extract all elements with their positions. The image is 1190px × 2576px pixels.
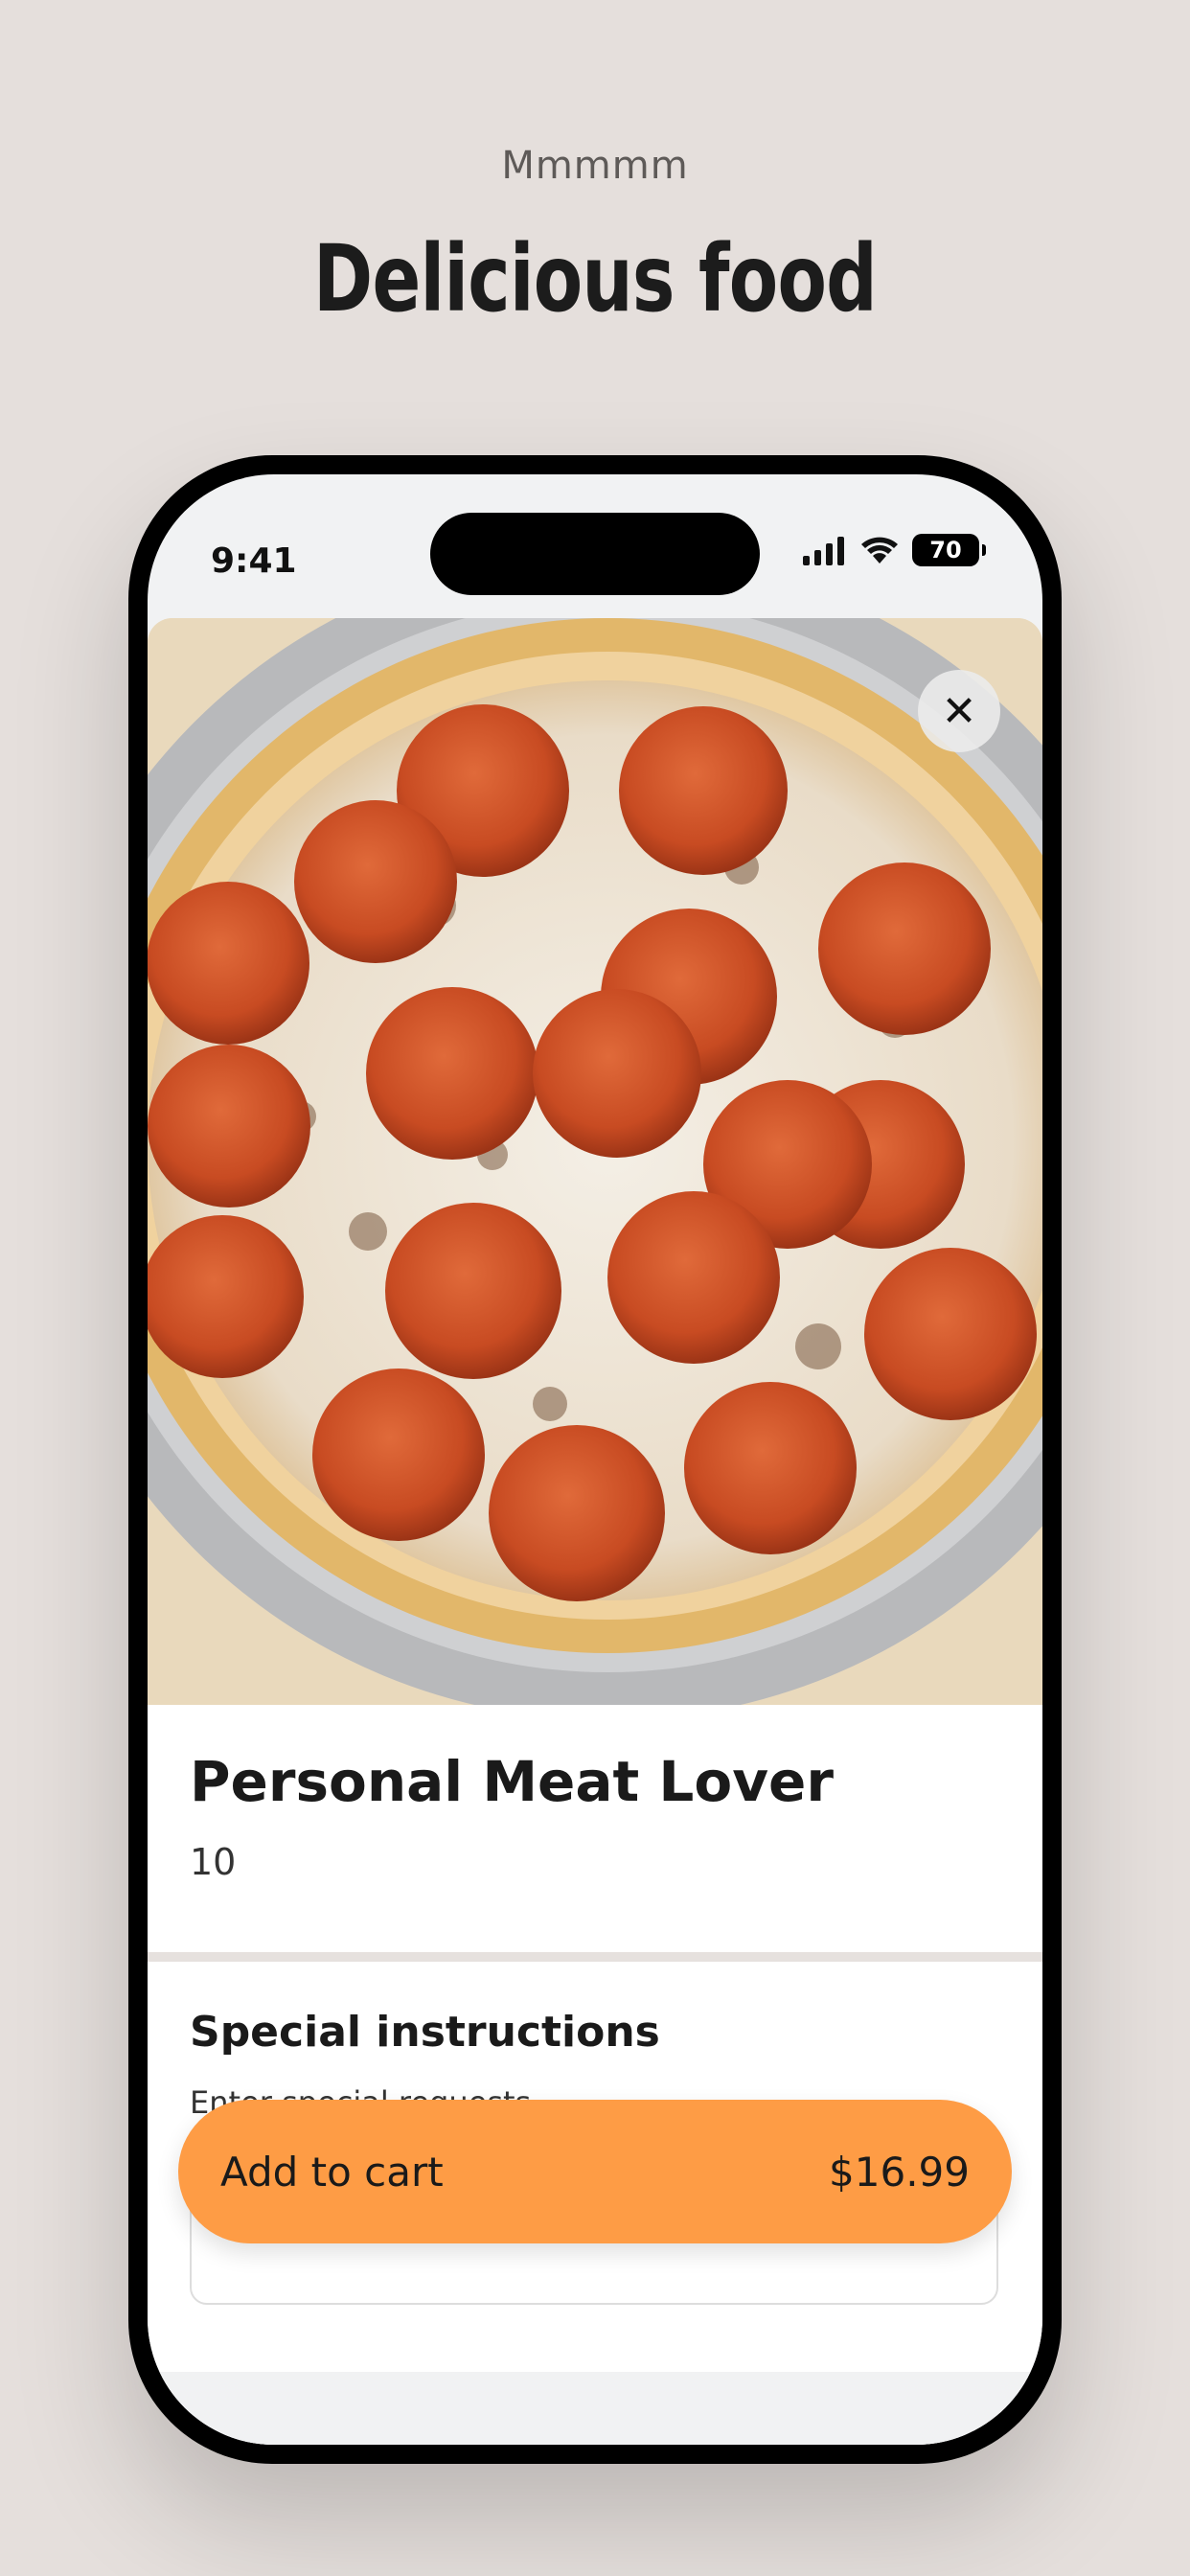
- status-time: 9:41: [211, 541, 297, 581]
- page-tagline: Mmmmm: [501, 144, 689, 188]
- product-title: Personal Meat Lover: [190, 1749, 834, 1814]
- phone-frame: 9:41 70 ✕ Personal Meat Lover 10 Special…: [128, 455, 1062, 2464]
- cart-price: $16.99: [829, 2148, 970, 2196]
- close-icon: ✕: [941, 686, 977, 736]
- special-instructions-title: Special instructions: [190, 2008, 660, 2057]
- dynamic-island: [430, 513, 760, 595]
- close-button[interactable]: ✕: [918, 670, 1000, 752]
- add-to-cart-button[interactable]: Add to cart $16.99: [178, 2100, 1012, 2243]
- battery-icon: 70: [912, 534, 986, 566]
- wifi-icon: [861, 537, 898, 564]
- home-area: [148, 2372, 1042, 2445]
- cellular-signal-icon: [803, 537, 844, 565]
- page-headline: Delicious food: [313, 225, 878, 333]
- add-to-cart-label: Add to cart: [220, 2148, 444, 2196]
- phone-screen: 9:41 70 ✕ Personal Meat Lover 10 Special…: [148, 474, 1042, 2445]
- status-icons: 70: [801, 534, 986, 566]
- product-size: 10: [190, 1841, 237, 1883]
- section-divider: [148, 1952, 1042, 1962]
- product-image: ✕: [148, 618, 1042, 1705]
